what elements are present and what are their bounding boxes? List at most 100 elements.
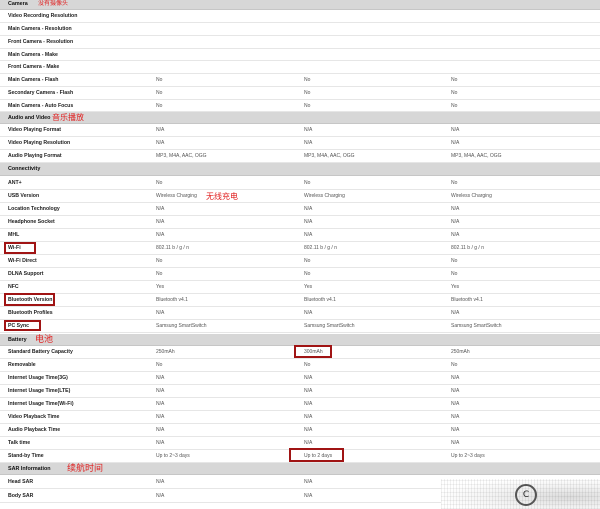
- spec-value-model-1: 802.11 b / g / n: [156, 245, 189, 251]
- spec-label: Front Camera - Make: [8, 64, 60, 70]
- spec-value-model-3: N/A: [451, 440, 460, 446]
- spec-value-model-1: No: [156, 258, 163, 264]
- spec-label: Internet Usage Time(Wi-Fi): [8, 401, 74, 407]
- spec-value-model-1: N/A: [156, 206, 165, 212]
- spec-label: Wi-Fi Direct: [8, 258, 37, 264]
- spec-row-wifi-direct: Wi-Fi Direct No No No: [0, 255, 600, 268]
- spec-value-model-2: No: [304, 180, 311, 186]
- spec-row-video-playback-time: Video Playback Time N/A N/A N/A: [0, 411, 600, 424]
- spec-row-main-camera-make: Main Camera - Make: [0, 49, 600, 61]
- spec-label: Removable: [8, 362, 36, 368]
- spec-label: Front Camera - Resolution: [8, 39, 74, 45]
- spec-row-main-camera-resolution: Main Camera - Resolution: [0, 23, 600, 36]
- spec-row-mhl: MHL N/A N/A N/A: [0, 229, 600, 242]
- spec-value-model-3: Up to 2~3 days: [451, 453, 485, 459]
- highlight-box-bluetooth-version: [4, 293, 55, 306]
- spec-value-model-2: N/A: [304, 388, 313, 394]
- spec-value-model-2: No: [304, 103, 311, 109]
- spec-value-model-3: 802.11 b / g / n: [451, 245, 484, 251]
- spec-value-model-1: No: [156, 271, 163, 277]
- spec-value-model-3: N/A: [451, 414, 460, 420]
- spec-value-model-1: No: [156, 77, 163, 83]
- spec-label: Internet Usage Time(LTE): [8, 388, 71, 394]
- spec-value-model-2: N/A: [304, 127, 313, 133]
- spec-value-model-2: N/A: [304, 479, 313, 485]
- spec-label: Video Recording Resolution: [8, 13, 78, 19]
- spec-value-model-2: N/A: [304, 375, 313, 381]
- spec-row-front-camera-make: Front Camera - Make: [0, 61, 600, 74]
- spec-row-video-playing-resolution: Video Playing Resolution N/A N/A N/A: [0, 137, 600, 150]
- annotation-music-playback: 音乐播放: [52, 113, 84, 122]
- spec-label: Headphone Socket: [8, 219, 55, 225]
- spec-value-model-1: 250mAh: [156, 349, 175, 355]
- spec-label: Main Camera - Flash: [8, 77, 59, 83]
- spec-value-model-2: N/A: [304, 310, 313, 316]
- spec-value-model-3: N/A: [451, 206, 460, 212]
- spec-row-wifi: Wi-Fi 802.11 b / g / n 802.11 b / g / n …: [0, 242, 600, 255]
- spec-value-model-3: Bluetooth v4.1: [451, 297, 483, 303]
- spec-value-model-3: N/A: [451, 427, 460, 433]
- spec-label: Stand-by Time: [8, 453, 44, 459]
- spec-value-model-3: No: [451, 362, 458, 368]
- section-title: Connectivity: [8, 166, 41, 172]
- spec-label: Location Technology: [8, 206, 60, 212]
- spec-label: Head SAR: [8, 479, 34, 485]
- spec-value-model-3: N/A: [451, 232, 460, 238]
- spec-row-nfc: NFC Yes Yes Yes: [0, 281, 600, 294]
- spec-row-pc-sync: PC Sync Samsung SmartSwitch Samsung Smar…: [0, 320, 600, 333]
- spec-label: Body SAR: [8, 493, 34, 499]
- spec-value-model-1: Yes: [156, 284, 165, 290]
- spec-row-bluetooth-profiles: Bluetooth Profiles N/A N/A N/A: [0, 307, 600, 320]
- spec-value-model-1: N/A: [156, 140, 165, 146]
- spec-row-location-technology: Location Technology N/A N/A N/A: [0, 203, 600, 216]
- spec-value-model-2: Yes: [304, 284, 313, 290]
- spec-value-model-2: N/A: [304, 401, 313, 407]
- spec-row-audio-playing-format: Audio Playing Format MP3, M4A, AAC, OGG …: [0, 150, 600, 163]
- spec-value-model-2: Wireless Charging: [304, 193, 345, 199]
- spec-label: Main Camera - Resolution: [8, 26, 72, 32]
- spec-value-model-3: N/A: [451, 127, 460, 133]
- highlight-box-pc-sync: [4, 320, 41, 331]
- spec-label: Secondary Camera - Flash: [8, 90, 74, 96]
- spec-label: ANT+: [8, 180, 22, 186]
- spec-value-model-2: N/A: [304, 219, 313, 225]
- section-title: Audio and Video: [8, 115, 51, 121]
- spec-label: Video Playing Resolution: [8, 140, 71, 146]
- spec-value-model-2: 802.11 b / g / n: [304, 245, 337, 251]
- highlight-box-standby-time: [289, 448, 344, 462]
- spec-value-model-3: Samsung SmartSwitch: [451, 323, 502, 329]
- spec-row-front-camera-resolution: Front Camera - Resolution: [0, 36, 600, 49]
- spec-value-model-1: MP3, M4A, AAC, OGG: [156, 153, 207, 159]
- spec-label: DLNA Support: [8, 271, 44, 277]
- spec-row-main-camera-flash: Main Camera - Flash No No No: [0, 74, 600, 87]
- spec-value-model-1: N/A: [156, 232, 165, 238]
- spec-value-model-2: MP3, M4A, AAC, OGG: [304, 153, 355, 159]
- spec-value-model-3: No: [451, 258, 458, 264]
- section-title: SAR Information: [8, 466, 51, 472]
- spec-value-model-3: No: [451, 103, 458, 109]
- spec-row-bluetooth-version: Bluetooth Version Bluetooth v4.1 Bluetoo…: [0, 294, 600, 307]
- spec-value-model-2: Bluetooth v4.1: [304, 297, 336, 303]
- spec-value-model-1: N/A: [156, 310, 165, 316]
- spec-label: Video Playing Format: [8, 127, 61, 133]
- spec-row-removable: Removable No No No: [0, 359, 600, 372]
- highlight-box-battery-capacity: [294, 345, 332, 358]
- spec-row-internet-usage-wifi: Internet Usage Time(Wi-Fi) N/A N/A N/A: [0, 398, 600, 411]
- spec-value-model-2: Samsung SmartSwitch: [304, 323, 355, 329]
- spec-value-model-3: N/A: [451, 219, 460, 225]
- spec-value-model-1: N/A: [156, 375, 165, 381]
- spec-value-model-2: N/A: [304, 206, 313, 212]
- annotation-battery-life: 续航时间: [67, 464, 104, 474]
- spec-value-model-2: No: [304, 362, 311, 368]
- spec-value-model-2: N/A: [304, 427, 313, 433]
- spec-row-audio-playback-time: Audio Playback Time N/A N/A N/A: [0, 424, 600, 437]
- spec-row-video-playing-format: Video Playing Format N/A N/A N/A: [0, 124, 600, 137]
- spec-value-model-1: Wireless Charging: [156, 193, 197, 199]
- spec-row-secondary-camera-flash: Secondary Camera - Flash No No No: [0, 87, 600, 100]
- spec-value-model-3: Wireless Charging: [451, 193, 492, 199]
- spec-value-model-2: N/A: [304, 140, 313, 146]
- spec-value-model-1: N/A: [156, 479, 165, 485]
- section-connectivity: Connectivity: [0, 163, 600, 176]
- section-audio-video: Audio and Video: [0, 112, 600, 124]
- spec-label: Bluetooth Profiles: [8, 310, 53, 316]
